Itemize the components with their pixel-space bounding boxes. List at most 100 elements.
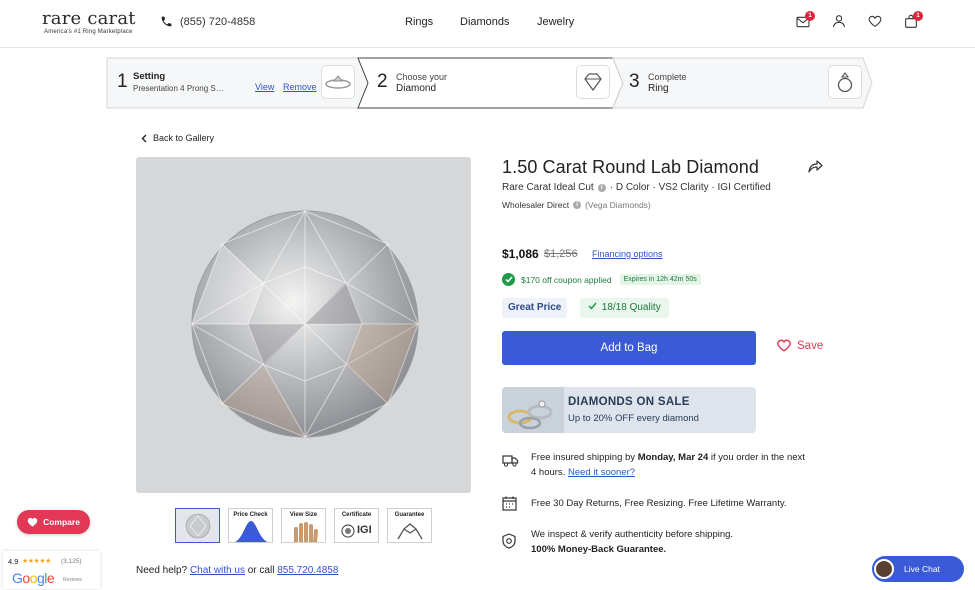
diamond-thumb-icon	[185, 513, 211, 539]
step-1-sub: Presentation 4 Prong S…	[133, 84, 224, 93]
inspect-text: We inspect & verify authenticity before …	[531, 529, 734, 540]
account-button[interactable]	[831, 12, 849, 30]
cart-badge: 1	[913, 11, 923, 21]
google-reviews-badge[interactable]: 4.9 ★★★★★ (3,125) Google Reviews	[3, 551, 100, 589]
logo-wordmark: rare carat	[42, 8, 136, 29]
add-to-bag-button[interactable]: Add to Bag	[502, 331, 756, 365]
wishlist-button[interactable]	[867, 12, 885, 30]
shipping-info: Free insured shipping by Monday, Mar 24 …	[502, 450, 862, 482]
rating-stars: ★★★★★	[22, 558, 51, 565]
compare-button[interactable]: Compare	[17, 510, 90, 534]
agent-avatar	[874, 559, 894, 579]
back-to-gallery-link[interactable]: Back to Gallery	[141, 133, 214, 143]
step-1-remove-link[interactable]: Remove	[283, 82, 317, 92]
cart-button[interactable]: 1	[903, 11, 923, 30]
thumbnail-view-size[interactable]: View Size	[281, 508, 326, 543]
bell-curve-icon	[235, 521, 268, 542]
vendor-name: (Vega Diamonds)	[585, 200, 651, 210]
rare-carat-logo[interactable]: rare carat America's #1 Ring Marketplace	[42, 8, 136, 35]
heart-outline-icon	[777, 339, 791, 352]
nav-jewelry[interactable]: Jewelry	[537, 16, 574, 28]
authenticity-info: We inspect & verify authenticity before …	[502, 527, 862, 559]
thumb-label: Certificate	[341, 512, 372, 518]
great-price-badge[interactable]: Great Price	[502, 298, 568, 318]
step-2-sub: Diamond	[396, 83, 437, 94]
save-label: Save	[797, 339, 824, 352]
hand-icon	[294, 522, 318, 542]
truck-icon	[502, 455, 519, 467]
guarantee-text: 100% Money-Back Guarantee.	[531, 544, 667, 555]
step-3-number: 3	[629, 71, 640, 92]
complete-ring-thumbnail[interactable]	[828, 65, 862, 99]
heart-icon	[868, 15, 882, 27]
review-count: (3,125)	[61, 558, 82, 565]
round-diamond-illustration	[191, 210, 419, 438]
diamonds-on-sale-banner[interactable]: DIAMONDS ON SALE Up to 20% OFF every dia…	[502, 387, 756, 433]
image-thumbnails: Price Check View Size Certificate IGI Gu…	[175, 508, 432, 543]
shipping-date: Monday, Mar 24	[637, 452, 709, 463]
shield-check-icon	[502, 533, 516, 549]
ring-setting-icon	[325, 75, 351, 89]
mail-badge: 1	[805, 11, 815, 21]
rings-image	[502, 387, 564, 433]
shipping-suffix: if you order in the next	[710, 452, 805, 463]
nav-rings[interactable]: Rings	[405, 16, 433, 28]
logo-tagline: America's #1 Ring Marketplace	[44, 29, 133, 35]
need-it-sooner-link[interactable]: Need it sooner?	[568, 467, 635, 478]
step-3-sub: Ring	[648, 83, 669, 94]
share-button[interactable]	[808, 160, 823, 178]
quality-text: 18/18 Quality	[601, 302, 661, 313]
header-phone[interactable]: (855) 720-4858	[160, 15, 255, 28]
coupon-applied: $170 off coupon applied Expires in 12h 4…	[502, 273, 701, 286]
setting-thumbnail[interactable]	[321, 65, 355, 99]
thumbnail-certificate[interactable]: Certificate IGI	[334, 508, 379, 543]
diamond-step-thumbnail[interactable]	[576, 65, 610, 99]
diamond-main-image[interactable]	[136, 157, 471, 493]
help-text: Need help? Chat with us or call 855.720.…	[136, 565, 338, 576]
save-button[interactable]: Save	[777, 339, 823, 352]
live-chat-button[interactable]: Live Chat	[872, 556, 964, 582]
step-1-title: Setting	[133, 71, 166, 82]
check-icon	[588, 302, 597, 310]
wholesaler-label: Wholesaler Direct	[502, 200, 570, 210]
info-icon[interactable]: i	[597, 183, 606, 192]
step-1-view-link[interactable]: View	[255, 82, 274, 92]
sale-subtitle: Up to 20% OFF every diamond	[568, 413, 699, 424]
phone-number: (855) 720-4858	[180, 15, 256, 28]
coupon-text: $170 off coupon applied	[521, 274, 612, 285]
thumbnail-guarantee[interactable]: Guarantee	[387, 508, 432, 543]
nav-diamonds[interactable]: Diamonds	[460, 16, 510, 28]
diamond-icon	[584, 73, 602, 91]
info-icon[interactable]: i	[573, 201, 582, 209]
step-2-number: 2	[377, 71, 388, 92]
back-label: Back to Gallery	[153, 133, 215, 143]
wholesaler-info: Wholesaler Direct i (Vega Diamonds)	[502, 200, 651, 210]
chat-with-us-link[interactable]: Chat with us	[190, 565, 245, 576]
shipping-hours: 4 hours.	[531, 467, 566, 478]
specs-rest: · D Color · VS2 Clarity · IGI Certified	[609, 182, 771, 193]
shipping-prefix: Free insured shipping by	[531, 452, 636, 463]
phone-icon	[161, 16, 172, 27]
current-price: $1,086	[502, 247, 539, 261]
handshake-icon	[397, 523, 423, 540]
certificate-seal-icon	[341, 524, 355, 538]
google-logo: Google	[12, 570, 55, 586]
step-2-title: Choose your	[396, 72, 448, 82]
help-phone-link[interactable]: 855.720.4858	[277, 565, 338, 576]
thumbnail-price-check[interactable]: Price Check	[228, 508, 273, 543]
financing-options-link[interactable]: Financing options	[592, 249, 663, 259]
mail-button[interactable]: 1	[795, 11, 815, 30]
help-mid: or call	[247, 565, 275, 576]
step-3-title: Complete	[648, 72, 687, 82]
build-ring-steps: 1 Setting Presentation 4 Prong S… View R…	[106, 57, 873, 109]
quality-badge[interactable]: 18/18 Quality	[580, 298, 669, 318]
compare-label: Compare	[43, 517, 80, 527]
reviews-label: Reviews	[63, 577, 82, 583]
help-prefix: Need help?	[136, 565, 188, 576]
thumbnail-diamond-photo[interactable]	[175, 508, 220, 543]
product-title: 1.50 Carat Round Lab Diamond	[502, 157, 759, 177]
steps-background	[106, 57, 873, 109]
google-rating: 4.9	[8, 557, 19, 566]
original-price: $1,256	[544, 248, 578, 260]
site-header: rare carat America's #1 Ring Marketplace…	[0, 0, 975, 48]
